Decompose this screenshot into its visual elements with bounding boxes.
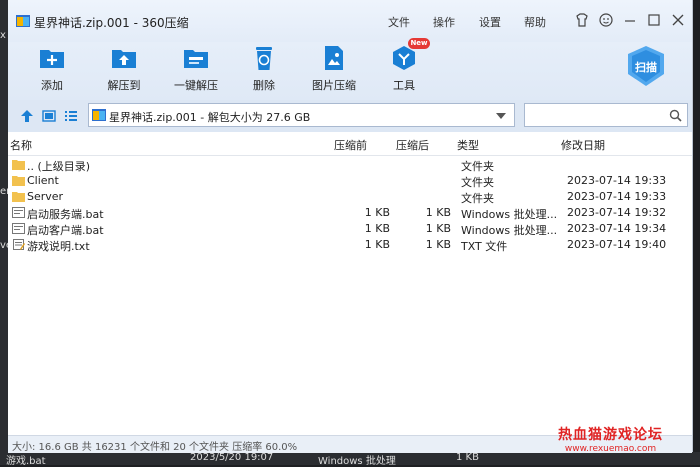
list-item[interactable]: .. (上级目录) 文件夹 — [8, 157, 692, 173]
feedback-icon[interactable] — [598, 12, 614, 28]
watermark-title: 热血猫游戏论坛 — [558, 427, 663, 443]
list-item[interactable]: Server 文件夹 2023-07-14 19:33 — [8, 189, 692, 205]
txt-file-icon — [13, 239, 25, 250]
search-input[interactable] — [529, 105, 663, 127]
image-compress-button[interactable]: 图片压缩 — [304, 42, 364, 100]
address-dropdown-icon[interactable] — [496, 113, 506, 119]
column-name[interactable]: 名称 — [10, 137, 32, 153]
menu-operation[interactable]: 操作 — [433, 14, 455, 30]
title-bar[interactable]: 星界神话.zip.001 - 360压缩 文件 操作 设置 帮助 — [8, 0, 692, 42]
image-compress-label: 图片压缩 — [312, 79, 356, 92]
recycle-bin-icon — [256, 47, 272, 70]
extract-to-icon — [112, 50, 136, 68]
background-fragment: x — [0, 30, 6, 41]
bat-file-icon — [12, 207, 25, 218]
delete-label: 删除 — [253, 79, 275, 92]
compressed-size: 1 KB — [364, 238, 390, 251]
original-size: 1 KB — [425, 238, 451, 251]
file-list: .. (上级目录) 文件夹 Client 文件夹 2023-07-14 19:3… — [8, 155, 692, 435]
original-size: 1 KB — [425, 206, 451, 219]
compressed-size: 1 KB — [364, 206, 390, 219]
folder-icon — [12, 176, 25, 186]
maximize-icon[interactable] — [646, 12, 662, 28]
address-path: 星界神话.zip.001 - 解包大小为 27.6 GB — [109, 111, 311, 124]
file-name: Server — [27, 190, 64, 203]
search-box[interactable] — [524, 103, 688, 127]
file-type: 文件夹 — [461, 192, 494, 205]
list-view-icon[interactable] — [64, 109, 78, 123]
background-file-size: 1 KB — [456, 452, 479, 463]
file-name: 游戏说明.txt — [27, 240, 90, 253]
scan-label: 扫描 — [635, 61, 657, 74]
list-item[interactable]: Client 文件夹 2023-07-14 19:33 — [8, 173, 692, 189]
extract-to-button[interactable]: 解压到 — [94, 42, 154, 100]
image-compress-icon — [325, 46, 343, 70]
window-title: 星界神话.zip.001 - 360压缩 — [34, 16, 189, 30]
file-name: 启动客户端.bat — [27, 224, 104, 237]
status-summary: 大小: 16.6 GB 共 16231 个文件和 20 个文件夹 压缩率 60.… — [12, 442, 298, 453]
file-name: .. (上级目录) — [27, 160, 91, 173]
search-icon[interactable] — [669, 109, 682, 122]
main-toolbar: 添加 解压到 一键解压 删除 图片压缩 工具 New 扫描 — [8, 38, 692, 100]
one-click-extract-button[interactable]: 一键解压 — [166, 42, 226, 100]
column-compressed-size[interactable]: 压缩前 — [334, 137, 367, 153]
modified-date: 2023-07-14 19:33 — [567, 190, 667, 203]
thumbnail-view-icon[interactable] — [42, 109, 56, 123]
list-item[interactable]: 游戏说明.txt 1 KB 1 KB TXT 文件 2023-07-14 19:… — [8, 237, 692, 253]
modified-date: 2023-07-14 19:40 — [567, 238, 667, 251]
file-name: 启动服务端.bat — [27, 208, 104, 221]
menu-help[interactable]: 帮助 — [524, 14, 546, 30]
column-type[interactable]: 类型 — [457, 137, 479, 153]
address-combobox[interactable]: 星界神话.zip.001 - 解包大小为 27.6 GB — [88, 103, 515, 127]
file-type: Windows 批处理... — [461, 224, 558, 237]
minimize-icon[interactable] — [622, 12, 638, 28]
up-level-icon[interactable] — [20, 109, 34, 123]
original-size: 1 KB — [425, 222, 451, 235]
bat-file-icon — [12, 223, 25, 234]
list-item[interactable]: 启动客户端.bat 1 KB 1 KB Windows 批处理... 2023-… — [8, 221, 692, 237]
one-click-extract-label: 一键解压 — [174, 79, 218, 92]
modified-date: 2023-07-14 19:33 — [567, 174, 667, 187]
file-type: Windows 批处理... — [461, 208, 558, 221]
skin-icon[interactable] — [574, 12, 590, 28]
folder-icon — [12, 192, 25, 202]
compressed-size: 1 KB — [364, 222, 390, 235]
menu-file[interactable]: 文件 — [388, 14, 410, 30]
file-name: Client — [27, 174, 59, 187]
add-label: 添加 — [41, 79, 63, 92]
delete-button[interactable]: 删除 — [234, 42, 294, 100]
close-icon[interactable] — [670, 12, 686, 28]
new-badge: New — [408, 38, 430, 49]
file-type: TXT 文件 — [461, 240, 508, 253]
modified-date: 2023-07-14 19:32 — [567, 206, 667, 219]
watermark: 热血猫游戏论坛 www.rexuemao.com — [558, 424, 663, 454]
add-icon — [40, 50, 64, 68]
archive-file-icon — [92, 109, 106, 121]
one-click-extract-icon — [184, 50, 208, 68]
tools-button[interactable]: 工具 — [374, 42, 434, 100]
column-header: 名称 压缩前 压缩后 类型 修改日期 — [8, 133, 692, 156]
modified-date: 2023-07-14 19:34 — [567, 222, 667, 235]
column-original-size[interactable]: 压缩后 — [396, 137, 429, 153]
column-modified-date[interactable]: 修改日期 — [561, 137, 605, 153]
background-file-date: 2023/5/20 19:07 — [190, 452, 274, 463]
menu-settings[interactable]: 设置 — [479, 14, 501, 30]
archive-window: 星界神话.zip.001 - 360压缩 文件 操作 设置 帮助 添加 解压到 … — [8, 0, 693, 453]
archive-app-icon — [16, 15, 30, 27]
extract-to-label: 解压到 — [107, 79, 141, 92]
tools-label: 工具 — [393, 79, 415, 92]
list-item[interactable]: 启动服务端.bat 1 KB 1 KB Windows 批处理... 2023-… — [8, 205, 692, 221]
folder-icon — [12, 160, 25, 170]
scan-button[interactable]: 扫描 — [624, 44, 668, 88]
watermark-url: www.rexuemao.com — [564, 444, 657, 454]
file-type: 文件夹 — [461, 176, 494, 189]
add-button[interactable]: 添加 — [22, 42, 82, 100]
file-type: 文件夹 — [461, 160, 494, 173]
